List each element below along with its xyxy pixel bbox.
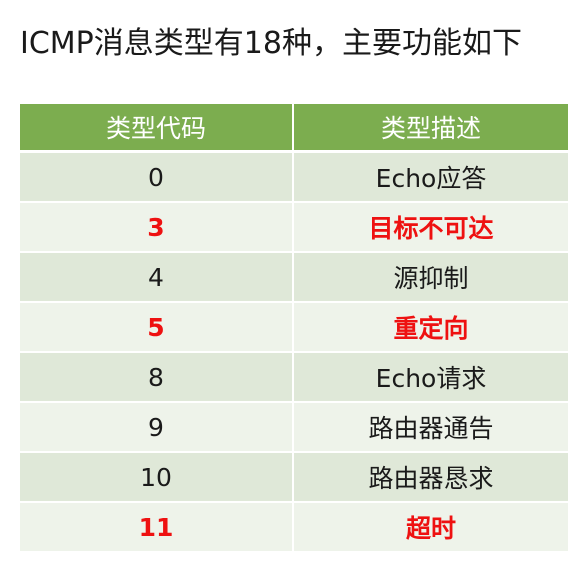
type-code-cell: 10: [20, 451, 293, 502]
type-code-cell: 3: [20, 201, 293, 252]
column-header-type-code: 类型代码: [20, 104, 293, 153]
table-row: 3 目标不可达: [20, 201, 568, 252]
table-row: 4 源抑制: [20, 251, 568, 302]
column-header-type-description: 类型描述: [292, 104, 568, 153]
table-row: 0 Echo应答: [20, 150, 568, 202]
type-code-cell: 0: [20, 150, 293, 202]
type-code-cell: 4: [20, 251, 293, 302]
table-row: 9 路由器通告: [20, 401, 568, 452]
type-code-cell: 5: [20, 301, 293, 352]
table-row: 11 超时: [20, 501, 568, 551]
type-description-cell: Echo请求: [292, 351, 568, 402]
type-code-cell: 8: [20, 351, 293, 402]
type-description-cell: 目标不可达: [292, 201, 568, 252]
type-code-cell: 11: [20, 501, 293, 551]
table-row: 8 Echo请求: [20, 351, 568, 402]
type-description-cell: 超时: [292, 501, 568, 551]
type-description-cell: 源抑制: [292, 251, 568, 302]
type-description-cell: 重定向: [292, 301, 568, 352]
type-description-cell: Echo应答: [292, 150, 568, 202]
icmp-type-table: 类型代码 类型描述 0 Echo应答 3 目标不可达 4 源抑制 5 重定向 8…: [20, 104, 568, 551]
table-row: 5 重定向: [20, 301, 568, 352]
page-title: ICMP消息类型有18种，主要功能如下: [20, 26, 522, 61]
table-row: 10 路由器恳求: [20, 451, 568, 502]
type-description-cell: 路由器恳求: [292, 451, 568, 502]
table-header-row: 类型代码 类型描述: [20, 104, 568, 153]
type-description-cell: 路由器通告: [292, 401, 568, 452]
type-code-cell: 9: [20, 401, 293, 452]
